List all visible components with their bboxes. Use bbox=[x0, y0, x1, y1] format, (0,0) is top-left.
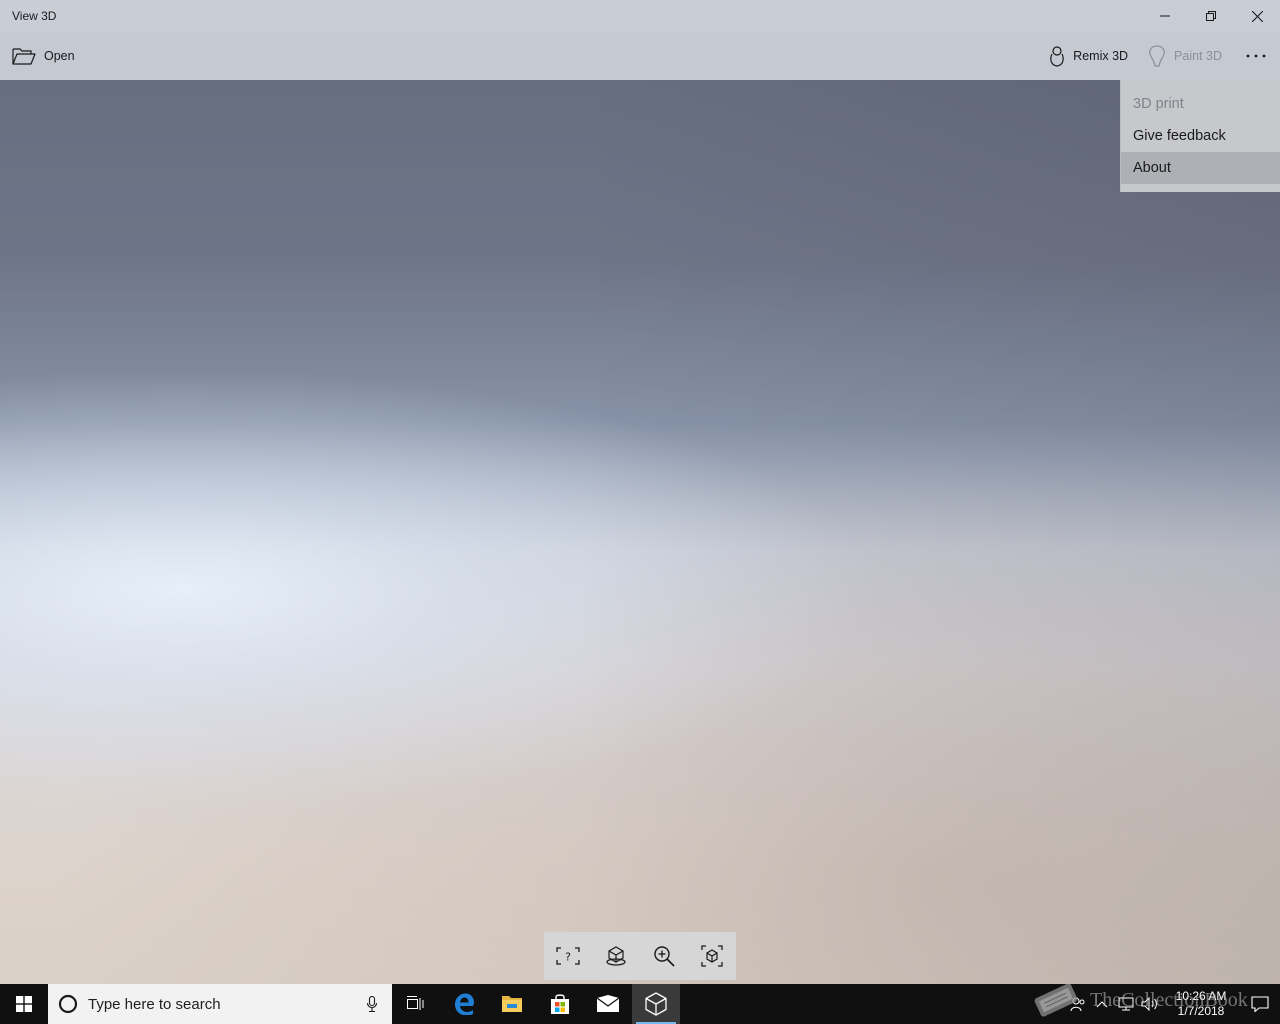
view-3d-icon bbox=[645, 992, 667, 1016]
fit-object-button[interactable] bbox=[688, 932, 736, 980]
menu-item-give-feedback[interactable]: Give feedback bbox=[1121, 120, 1280, 152]
paint-3d-label: Paint 3D bbox=[1174, 49, 1222, 63]
more-menu: 3D print Give feedback About bbox=[1120, 80, 1280, 192]
minimize-icon bbox=[1160, 15, 1170, 17]
task-view-icon bbox=[407, 996, 424, 1010]
help-frame-button[interactable]: ? bbox=[544, 932, 592, 980]
environment-button[interactable] bbox=[592, 932, 640, 980]
close-button[interactable] bbox=[1234, 0, 1280, 32]
window-title: View 3D bbox=[12, 9, 57, 23]
environment-icon bbox=[606, 946, 626, 966]
restore-icon bbox=[1206, 11, 1216, 21]
help-frame-icon: ? bbox=[556, 947, 580, 965]
close-icon bbox=[1251, 10, 1263, 22]
paint-3d-icon bbox=[1148, 45, 1166, 67]
file-explorer-button[interactable] bbox=[488, 984, 536, 1024]
title-bar: View 3D bbox=[0, 0, 1280, 32]
system-tray: 10:26 AM 1/7/2018 bbox=[1066, 984, 1280, 1024]
3d-viewport[interactable] bbox=[0, 80, 1280, 984]
people-icon[interactable] bbox=[1066, 984, 1090, 1024]
mail-button[interactable] bbox=[584, 984, 632, 1024]
restore-button[interactable] bbox=[1188, 0, 1234, 32]
network-icon[interactable] bbox=[1114, 984, 1138, 1024]
view-3d-taskbar-button[interactable] bbox=[632, 984, 680, 1024]
menu-item-3d-print[interactable]: 3D print bbox=[1121, 88, 1280, 120]
clock[interactable]: 10:26 AM 1/7/2018 bbox=[1162, 989, 1240, 1019]
action-center-button[interactable] bbox=[1240, 984, 1280, 1024]
open-button[interactable]: Open bbox=[2, 32, 85, 80]
start-button[interactable] bbox=[0, 984, 48, 1024]
remix-3d-icon bbox=[1049, 45, 1065, 67]
fit-object-icon bbox=[701, 945, 723, 967]
menu-item-about[interactable]: About bbox=[1121, 152, 1280, 184]
view-toolbar: ? bbox=[544, 932, 736, 980]
more-button[interactable] bbox=[1232, 32, 1280, 80]
clock-date: 1/7/2018 bbox=[1177, 1004, 1225, 1018]
zoom-icon bbox=[654, 946, 675, 967]
edge-icon bbox=[455, 993, 474, 1015]
open-label: Open bbox=[44, 49, 75, 63]
remix-3d-button[interactable]: Remix 3D bbox=[1039, 32, 1138, 80]
task-view-button[interactable] bbox=[392, 984, 440, 1024]
store-icon bbox=[551, 994, 569, 1014]
more-icon bbox=[1246, 54, 1266, 58]
command-bar: Open Remix 3D Paint 3D bbox=[0, 32, 1280, 80]
clock-time: 10:26 AM bbox=[1175, 989, 1227, 1003]
remix-3d-label: Remix 3D bbox=[1073, 49, 1129, 63]
search-placeholder: Type here to search bbox=[88, 995, 221, 1013]
minimize-button[interactable] bbox=[1142, 0, 1188, 32]
file-explorer-icon bbox=[502, 996, 522, 1012]
microphone-icon[interactable] bbox=[352, 996, 392, 1012]
mail-icon bbox=[596, 995, 620, 1012]
volume-icon[interactable] bbox=[1138, 984, 1162, 1024]
notification-icon bbox=[1251, 996, 1269, 1012]
windows-logo-icon bbox=[16, 996, 32, 1012]
folder-open-icon bbox=[12, 47, 36, 65]
chevron-up-icon[interactable] bbox=[1090, 984, 1114, 1024]
paint-3d-button[interactable]: Paint 3D bbox=[1138, 32, 1232, 80]
edge-button[interactable] bbox=[440, 984, 488, 1024]
taskbar: Type here to search 10:26 AM 1/7/2018 bbox=[0, 984, 1280, 1024]
zoom-button[interactable] bbox=[640, 932, 688, 980]
taskbar-search-box[interactable]: Type here to search bbox=[48, 984, 392, 1024]
svg-text:?: ? bbox=[565, 951, 571, 964]
store-button[interactable] bbox=[536, 984, 584, 1024]
cortana-icon bbox=[58, 994, 78, 1014]
